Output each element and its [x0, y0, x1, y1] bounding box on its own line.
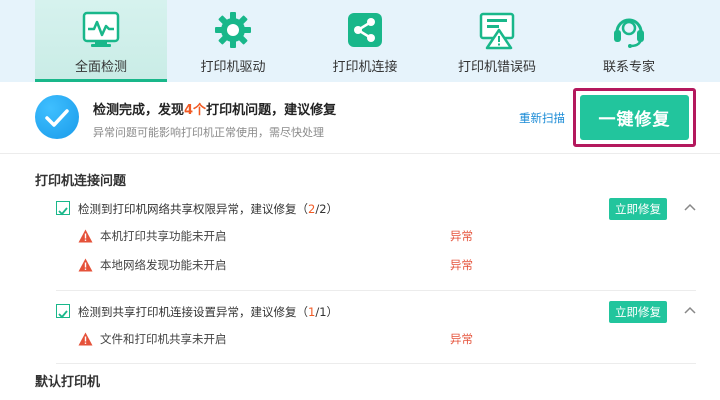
status-abnormal: 异常 [450, 258, 473, 272]
warning-icon [78, 332, 93, 346]
issue-count: 4个 [184, 103, 207, 118]
scan-summary: 检测完成，发现4个打印机问题，建议修复 异常问题可能影响打印机正常使用，需尽快处… [0, 82, 720, 154]
issue-text: 检测到共享打印机连接设置异常，建议修复（1/1） [78, 304, 338, 320]
tab-full-check[interactable]: 全面检测 [35, 0, 167, 82]
issue-row: 检测到打印机网络共享权限异常，建议修复（2/2） 立即修复 [56, 198, 696, 220]
divider [56, 290, 696, 291]
issue-description: 检测到打印机网络共享权限异常，建议修复 [78, 202, 297, 216]
check-icon [35, 95, 79, 139]
tab-label: 打印机连接 [332, 60, 398, 75]
issue-description: 检测到共享打印机连接设置异常，建议修复 [78, 305, 297, 319]
fix-all-button[interactable]: 一键修复 [580, 95, 689, 140]
divider [56, 363, 696, 364]
scan-result-title: 检测完成，发现4个打印机问题，建议修复 [93, 99, 336, 118]
tab-label: 全面检测 [74, 60, 127, 75]
issue-checkbox[interactable] [56, 304, 70, 319]
title-prefix: 检测完成，发现 [93, 103, 185, 118]
issue-count-open: （ [296, 305, 309, 319]
warning-icon [78, 229, 93, 243]
issue-count-total: /1） [315, 305, 339, 319]
monitor-pulse-icon [82, 11, 120, 47]
tab-label: 打印机错误码 [457, 60, 536, 75]
issue-detail-row: 本地网络发现功能未开启 异常 [78, 256, 498, 276]
issue-detail-text: 本机打印共享功能未开启 [100, 229, 227, 243]
issue-detail-text: 文件和打印机共享未开启 [100, 332, 227, 346]
status-abnormal: 异常 [450, 229, 473, 243]
share-icon [348, 13, 382, 47]
issue-text: 检测到打印机网络共享权限异常，建议修复（2/2） [78, 201, 338, 217]
tab-printer-connection[interactable]: 打印机连接 [299, 0, 431, 82]
tab-label: 打印机驱动 [200, 60, 266, 75]
scan-result-subtitle: 异常问题可能影响打印机正常使用，需尽快处理 [93, 126, 324, 139]
warning-icon [78, 258, 93, 272]
issue-checkbox[interactable] [56, 201, 70, 216]
tab-contact-expert[interactable]: 联系专家 [563, 0, 695, 82]
issue-detail-row: 本机打印共享功能未开启 异常 [78, 227, 498, 247]
issue-count-open: （ [296, 202, 309, 216]
tab-printer-driver[interactable]: 打印机驱动 [167, 0, 299, 82]
issue-count-total: /2） [315, 202, 339, 216]
issue-detail-row: 文件和打印机共享未开启 异常 [78, 330, 498, 350]
status-abnormal: 异常 [450, 332, 473, 346]
fix-now-button[interactable]: 立即修复 [609, 198, 667, 220]
tab-printer-error-code[interactable]: 打印机错误码 [431, 0, 563, 82]
top-nav: 全面检测 打印机驱动 打印机连接 打印机错误码 联系专家 [0, 0, 720, 82]
section-title-default-printer: 默认打印机 [35, 375, 101, 390]
title-suffix: 打印机问题，建议修复 [206, 103, 337, 118]
issue-detail-text: 本地网络发现功能未开启 [100, 258, 227, 272]
chevron-up-icon[interactable] [682, 200, 698, 216]
fix-all-highlight: 一键修复 [573, 88, 696, 147]
rescan-link[interactable]: 重新扫描 [519, 110, 565, 126]
chevron-up-icon[interactable] [682, 303, 698, 319]
fix-now-button[interactable]: 立即修复 [609, 301, 667, 323]
issue-row: 检测到共享打印机连接设置异常，建议修复（1/1） 立即修复 [56, 301, 696, 323]
gear-icon [215, 12, 251, 48]
tab-label: 联系专家 [602, 60, 655, 75]
warning-screen-icon [479, 12, 515, 50]
section-title-connection: 打印机连接问题 [35, 174, 127, 189]
headset-icon [614, 18, 644, 48]
